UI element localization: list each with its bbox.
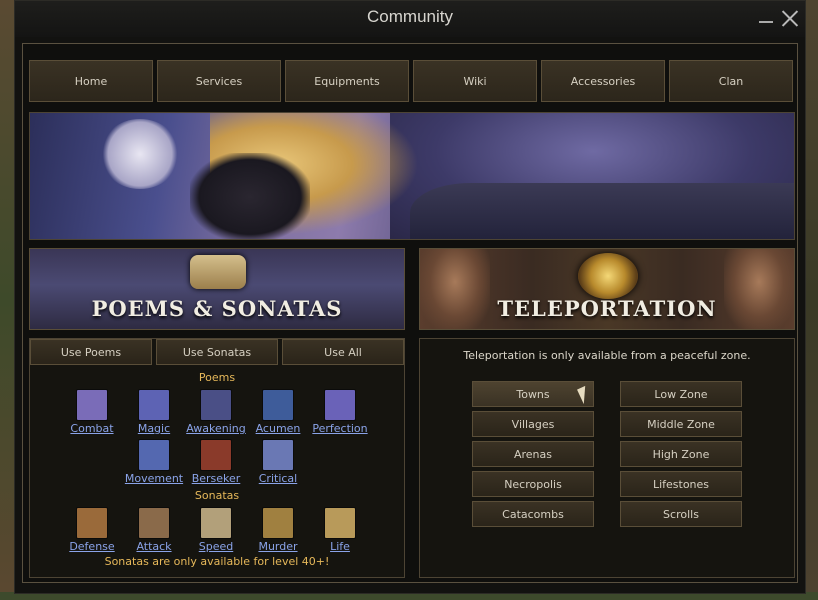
poem-berseker[interactable]: Berseker xyxy=(184,439,248,485)
sonata-defense-label[interactable]: Defense xyxy=(60,540,124,553)
poem-acumen-label[interactable]: Acumen xyxy=(246,422,310,435)
sonata-defense[interactable]: Defense xyxy=(60,507,124,553)
title-bar[interactable]: Community xyxy=(15,1,805,37)
teleport-villages-button[interactable]: Villages xyxy=(472,411,594,437)
close-button[interactable] xyxy=(781,9,799,27)
poem-perfection-label[interactable]: Perfection xyxy=(308,422,372,435)
poems-sonatas-header: POEMS & SONATAS xyxy=(29,248,405,330)
sonata-level-notice: Sonatas are only available for level 40+… xyxy=(104,555,330,568)
acumen-icon[interactable] xyxy=(262,389,294,421)
use-all-button[interactable]: Use All xyxy=(282,339,404,365)
attack-icon[interactable] xyxy=(138,507,170,539)
poem-combat[interactable]: Combat xyxy=(60,389,124,435)
poem-awakening-label[interactable]: Awakening xyxy=(184,422,248,435)
banner-elf-figure xyxy=(190,153,310,239)
scroll-icon xyxy=(190,255,246,289)
poems-panel: Use Poems Use Sonatas Use All Poems Comb… xyxy=(29,338,405,578)
berseker-icon[interactable] xyxy=(200,439,232,471)
sonatas-subheader: Sonatas xyxy=(194,489,240,502)
sonata-life-label[interactable]: Life xyxy=(308,540,372,553)
teleportation-header: TELEPORTATION xyxy=(419,248,795,330)
poem-movement[interactable]: Movement xyxy=(122,439,186,485)
top-navigation: Home Services Equipments Wiki Accessorie… xyxy=(29,60,795,102)
use-sonatas-button[interactable]: Use Sonatas xyxy=(156,339,278,365)
nav-services-button[interactable]: Services xyxy=(157,60,281,102)
life-icon[interactable] xyxy=(324,507,356,539)
sonata-murder-label[interactable]: Murder xyxy=(246,540,310,553)
critical-icon[interactable] xyxy=(262,439,294,471)
teleport-catacombs-button[interactable]: Catacombs xyxy=(472,501,594,527)
poem-critical-label[interactable]: Critical xyxy=(246,472,310,485)
hero-banner-image xyxy=(29,112,795,240)
sonata-attack-label[interactable]: Attack xyxy=(122,540,186,553)
nav-wiki-button[interactable]: Wiki xyxy=(413,60,537,102)
nav-accessories-button[interactable]: Accessories xyxy=(541,60,665,102)
use-poems-button[interactable]: Use Poems xyxy=(30,339,152,365)
awakening-icon[interactable] xyxy=(200,389,232,421)
speed-icon[interactable] xyxy=(200,507,232,539)
poems-subheader: Poems xyxy=(198,371,236,384)
poem-awakening[interactable]: Awakening xyxy=(184,389,248,435)
poem-movement-label[interactable]: Movement xyxy=(122,472,186,485)
movement-icon[interactable] xyxy=(138,439,170,471)
teleport-middle-zone-button[interactable]: Middle Zone xyxy=(620,411,742,437)
world-left-edge xyxy=(0,0,14,600)
banner-landscape xyxy=(410,183,794,239)
teleport-necropolis-button[interactable]: Necropolis xyxy=(472,471,594,497)
minimize-button[interactable] xyxy=(759,21,773,23)
murder-icon[interactable] xyxy=(262,507,294,539)
defense-icon[interactable] xyxy=(76,507,108,539)
sonata-speed-label[interactable]: Speed xyxy=(184,540,248,553)
teleport-lifestones-button[interactable]: Lifestones xyxy=(620,471,742,497)
teleportation-title: TELEPORTATION xyxy=(497,296,717,321)
sonata-attack[interactable]: Attack xyxy=(122,507,186,553)
banner-owl xyxy=(100,119,180,189)
poem-berseker-label[interactable]: Berseker xyxy=(184,472,248,485)
teleport-arenas-button[interactable]: Arenas xyxy=(472,441,594,467)
poem-magic-label[interactable]: Magic xyxy=(122,422,186,435)
content-frame: Home Services Equipments Wiki Accessorie… xyxy=(22,43,798,583)
poem-acumen[interactable]: Acumen xyxy=(246,389,310,435)
teleport-high-zone-button[interactable]: High Zone xyxy=(620,441,742,467)
teleport-low-zone-button[interactable]: Low Zone xyxy=(620,381,742,407)
teleport-towns-button[interactable]: Towns xyxy=(472,381,594,407)
window-title: Community xyxy=(367,7,453,26)
poems-sonatas-title: POEMS & SONATAS xyxy=(91,296,343,321)
combat-icon[interactable] xyxy=(76,389,108,421)
teleport-panel: Teleportation is only available from a p… xyxy=(419,338,795,578)
perfection-icon[interactable] xyxy=(324,389,356,421)
use-buttons-row: Use Poems Use Sonatas Use All xyxy=(30,339,404,365)
sonata-life[interactable]: Life xyxy=(308,507,372,553)
gate-orb-icon xyxy=(578,253,638,299)
nav-clan-button[interactable]: Clan xyxy=(669,60,793,102)
sonata-speed[interactable]: Speed xyxy=(184,507,248,553)
poem-critical[interactable]: Critical xyxy=(246,439,310,485)
poem-magic[interactable]: Magic xyxy=(122,389,186,435)
sonata-murder[interactable]: Murder xyxy=(246,507,310,553)
magic-icon[interactable] xyxy=(138,389,170,421)
teleport-scrolls-button[interactable]: Scrolls xyxy=(620,501,742,527)
nav-equipments-button[interactable]: Equipments xyxy=(285,60,409,102)
teleport-info-text: Teleportation is only available from a p… xyxy=(463,349,751,362)
nav-home-button[interactable]: Home xyxy=(29,60,153,102)
poem-perfection[interactable]: Perfection xyxy=(308,389,372,435)
poem-combat-label[interactable]: Combat xyxy=(60,422,124,435)
community-window: Community Home Services Equipments Wiki … xyxy=(14,0,806,594)
world-right-edge xyxy=(806,0,818,600)
